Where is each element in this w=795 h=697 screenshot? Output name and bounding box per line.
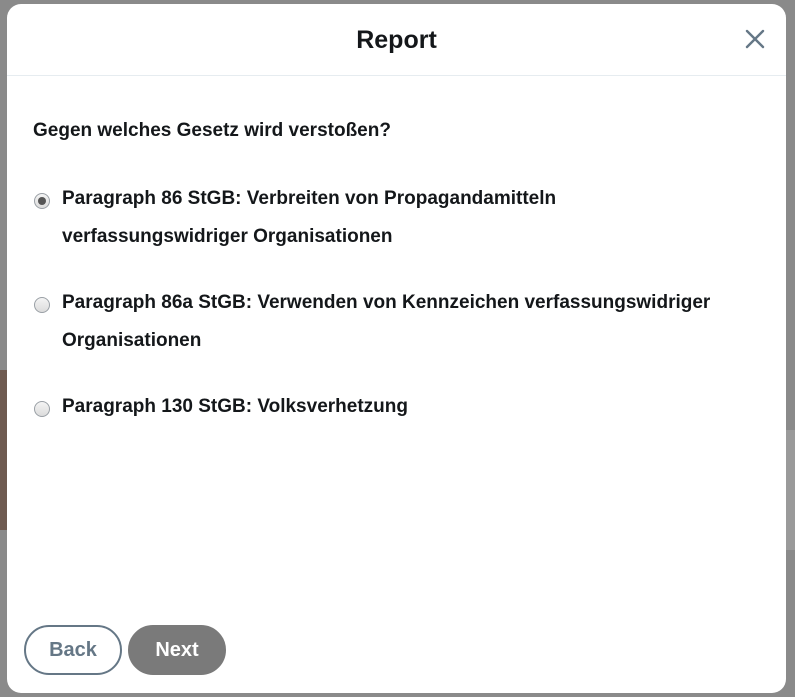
option-label: Paragraph 86 StGB: Verbreiten von Propag… — [62, 180, 556, 256]
radio-icon[interactable] — [34, 297, 50, 313]
option-paragraph-86[interactable]: Paragraph 86 StGB: Verbreiten von Propag… — [34, 188, 784, 256]
question-text: Gegen welches Gesetz wird verstoßen? — [33, 120, 391, 141]
option-label-line: verfassungswidriger Organisationen — [62, 226, 393, 247]
option-label-line: Organisationen — [62, 330, 202, 351]
option-paragraph-86a[interactable]: Paragraph 86a StGB: Verwenden von Kennze… — [34, 292, 784, 360]
close-button[interactable] — [742, 26, 768, 52]
option-label-line: Paragraph 130 StGB: Volksverhetzung — [62, 396, 408, 417]
option-label-line: Paragraph 86 StGB: Verbreiten von Propag… — [62, 188, 557, 209]
radio-icon[interactable] — [34, 193, 50, 209]
backdrop-image-fragment — [785, 430, 795, 550]
dialog-title: Report — [356, 26, 437, 54]
option-label: Paragraph 130 StGB: Volksverhetzung — [62, 388, 408, 426]
option-label-line: Paragraph 86a StGB: Verwenden von Kennze… — [62, 292, 711, 313]
option-label: Paragraph 86a StGB: Verwenden von Kennze… — [62, 284, 710, 360]
close-icon — [745, 29, 765, 49]
dialog-header: Report — [7, 4, 786, 76]
next-button[interactable]: Next — [128, 625, 226, 675]
option-paragraph-130[interactable]: Paragraph 130 StGB: Volksverhetzung — [34, 396, 784, 426]
report-dialog: Report Gegen welches Gesetz wird verstoß… — [7, 4, 786, 693]
dialog-footer: Back Next — [24, 625, 226, 675]
back-button[interactable]: Back — [24, 625, 122, 675]
radio-icon[interactable] — [34, 401, 50, 417]
